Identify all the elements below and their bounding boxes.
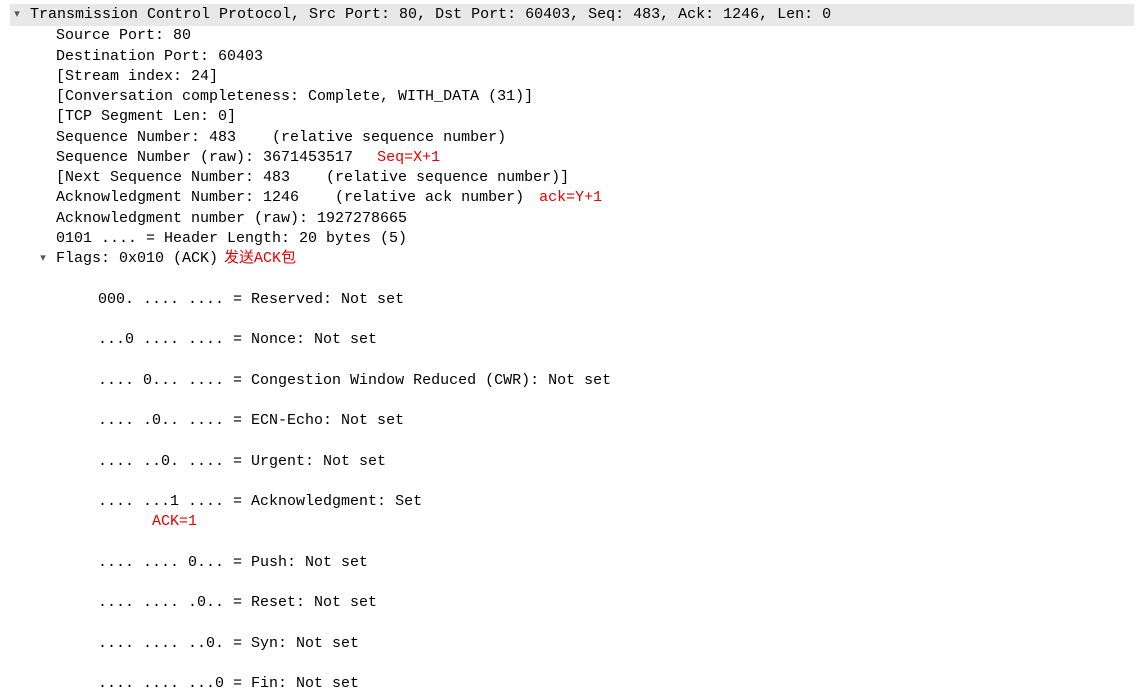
flag-ack-annotation: ACK=1: [98, 513, 197, 530]
flag-nonce-label: ...0 .... .... = Nonce: Not set: [98, 331, 377, 348]
flag-syn-row[interactable]: .... .... ..0. = Syn: Not set: [10, 614, 1134, 655]
flag-reserved-row[interactable]: 000. .... .... = Reserved: Not set: [10, 269, 1134, 310]
ack-number-raw-label: Acknowledgment number (raw): 1927278665: [56, 209, 407, 229]
ack-number-raw-row[interactable]: Acknowledgment number (raw): 1927278665: [10, 209, 1134, 229]
flag-push-row[interactable]: .... .... 0... = Push: Not set: [10, 533, 1134, 574]
flag-urgent-label: .... ..0. .... = Urgent: Not set: [98, 453, 386, 470]
next-sequence-number-row[interactable]: [Next Sequence Number: 483 (relative seq…: [10, 168, 1134, 188]
tcp-header-row[interactable]: ▾ Transmission Control Protocol, Src Por…: [10, 4, 1134, 26]
tcp-segment-len-label: [TCP Segment Len: 0]: [56, 107, 236, 127]
flag-ack-row[interactable]: .... ...1 .... = Acknowledgment: Set ACK…: [10, 472, 1134, 533]
flag-reset-row[interactable]: .... .... .0.. = Reset: Not set: [10, 573, 1134, 614]
flag-push-label: .... .... 0... = Push: Not set: [98, 554, 368, 571]
flags-header-row[interactable]: ▾ Flags: 0x010 (ACK) 发送ACK包: [10, 249, 1134, 269]
flag-nonce-row[interactable]: ...0 .... .... = Nonce: Not set: [10, 310, 1134, 351]
source-port-label: Source Port: 80: [56, 26, 191, 46]
chevron-down-icon[interactable]: ▾: [36, 252, 50, 267]
chevron-down-icon[interactable]: ▾: [10, 8, 24, 23]
flags-annotation: 发送ACK包: [224, 249, 296, 269]
header-length-label: 0101 .... = Header Length: 20 bytes (5): [56, 229, 407, 249]
flag-ecn-row[interactable]: .... .0.. .... = ECN-Echo: Not set: [10, 391, 1134, 432]
sequence-number-label: Sequence Number: 483 (relative sequence …: [56, 128, 506, 148]
next-sequence-number-label: [Next Sequence Number: 483 (relative seq…: [56, 168, 569, 188]
flags-header-label: Flags: 0x010 (ACK): [56, 249, 218, 269]
stream-index-row[interactable]: [Stream index: 24]: [10, 67, 1134, 87]
ack-annotation: ack=Y+1: [530, 188, 602, 208]
flag-urgent-row[interactable]: .... ..0. .... = Urgent: Not set: [10, 431, 1134, 472]
header-length-row[interactable]: 0101 .... = Header Length: 20 bytes (5): [10, 229, 1134, 249]
flag-ecn-label: .... .0.. .... = ECN-Echo: Not set: [98, 412, 404, 429]
stream-index-label: [Stream index: 24]: [56, 67, 218, 87]
flag-fin-row[interactable]: .... .... ...0 = Fin: Not set: [10, 654, 1134, 695]
flag-reset-label: .... .... .0.. = Reset: Not set: [98, 594, 377, 611]
sequence-number-raw-row[interactable]: Sequence Number (raw): 3671453517 Seq=X+…: [10, 148, 1134, 168]
ack-number-label: Acknowledgment Number: 1246 (relative ac…: [56, 188, 524, 208]
flag-reserved-label: 000. .... .... = Reserved: Not set: [98, 291, 404, 308]
seq-annotation: Seq=X+1: [359, 148, 440, 168]
flag-cwr-label: .... 0... .... = Congestion Window Reduc…: [98, 372, 611, 389]
conversation-completeness-row[interactable]: [Conversation completeness: Complete, WI…: [10, 87, 1134, 107]
sequence-number-raw-label: Sequence Number (raw): 3671453517: [56, 148, 353, 168]
conversation-completeness-label: [Conversation completeness: Complete, WI…: [56, 87, 533, 107]
ack-number-row[interactable]: Acknowledgment Number: 1246 (relative ac…: [10, 188, 1134, 208]
flag-syn-label: .... .... ..0. = Syn: Not set: [98, 635, 359, 652]
dest-port-label: Destination Port: 60403: [56, 47, 263, 67]
tcp-segment-len-row[interactable]: [TCP Segment Len: 0]: [10, 107, 1134, 127]
flag-cwr-row[interactable]: .... 0... .... = Congestion Window Reduc…: [10, 350, 1134, 391]
source-port-row[interactable]: Source Port: 80: [10, 26, 1134, 46]
sequence-number-row[interactable]: Sequence Number: 483 (relative sequence …: [10, 128, 1134, 148]
flag-ack-label: .... ...1 .... = Acknowledgment: Set: [98, 493, 422, 510]
dest-port-row[interactable]: Destination Port: 60403: [10, 47, 1134, 67]
flag-fin-label: .... .... ...0 = Fin: Not set: [98, 675, 359, 692]
tcp-header-text: Transmission Control Protocol, Src Port:…: [30, 5, 831, 25]
